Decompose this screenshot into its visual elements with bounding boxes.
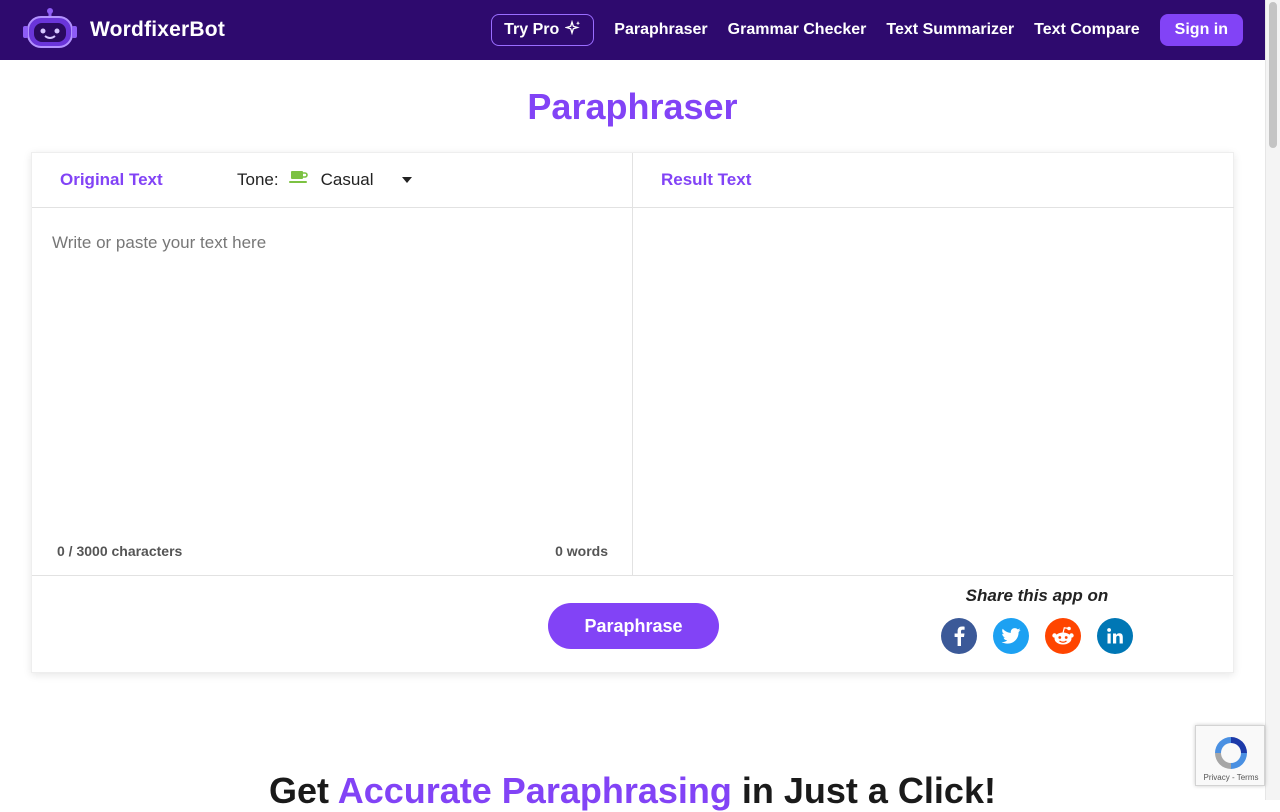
result-text-pane: Result Text xyxy=(633,153,1234,575)
tone-selector[interactable]: Tone: Casual xyxy=(237,169,412,190)
main-nav: Try Pro Paraphraser Grammar Checker Text… xyxy=(491,14,1243,46)
result-text-output[interactable] xyxy=(633,209,1234,575)
word-count: 0 words xyxy=(555,543,608,559)
original-text-tab[interactable]: Original Text xyxy=(60,170,163,190)
heading-pre: Get xyxy=(269,770,338,811)
recaptcha-badge[interactable]: Privacy - Terms xyxy=(1195,725,1265,786)
heading-accent: Accurate Paraphrasing xyxy=(337,770,732,811)
page-title: Paraphraser xyxy=(527,86,738,127)
tone-label: Tone: xyxy=(237,169,279,189)
share-section: Share this app on xyxy=(932,586,1142,654)
brand[interactable]: WordfixerBot xyxy=(22,7,225,54)
try-pro-label: Try Pro xyxy=(504,21,560,38)
result-text-label: Result Text xyxy=(661,170,752,189)
nav-link-grammar-checker[interactable]: Grammar Checker xyxy=(728,21,867,39)
twitter-icon[interactable] xyxy=(993,618,1029,654)
sparkle-icon xyxy=(564,19,581,41)
heading-post: in Just a Click! xyxy=(731,770,996,811)
recaptcha-links[interactable]: Privacy - Terms xyxy=(1198,773,1264,782)
paraphraser-card: Original Text Tone: Casual 0 / 3000 char… xyxy=(31,152,1234,673)
result-pane-header: Result Text xyxy=(633,153,1234,208)
try-pro-button[interactable]: Try Pro xyxy=(491,14,595,46)
linkedin-icon[interactable] xyxy=(1097,618,1133,654)
section-heading: Get Accurate Paraphrasing in Just a Clic… xyxy=(0,770,1265,812)
card-footer: Paraphrase Share this app on xyxy=(32,575,1233,673)
share-title: Share this app on xyxy=(965,586,1109,605)
coffee-cup-icon xyxy=(288,169,309,190)
top-navbar: WordfixerBot Try Pro Paraphraser Grammar… xyxy=(0,0,1265,60)
brand-name: WordfixerBot xyxy=(90,18,226,41)
nav-link-text-summarizer[interactable]: Text Summarizer xyxy=(886,21,1014,39)
paraphrase-button[interactable]: Paraphrase xyxy=(548,603,719,649)
robot-logo-icon xyxy=(22,7,78,54)
nav-link-paraphraser[interactable]: Paraphraser xyxy=(614,21,707,39)
recaptcha-icon xyxy=(1212,734,1250,772)
character-count: 0 / 3000 characters xyxy=(57,543,183,559)
reddit-icon[interactable] xyxy=(1045,618,1081,654)
facebook-icon[interactable] xyxy=(941,618,977,654)
tone-value: Casual xyxy=(320,169,374,189)
chevron-down-icon xyxy=(401,176,412,183)
scrollbar-thumb[interactable] xyxy=(1269,2,1277,148)
nav-link-text-compare[interactable]: Text Compare xyxy=(1034,21,1140,39)
sign-in-button[interactable]: Sign in xyxy=(1159,14,1243,46)
share-icons xyxy=(932,618,1142,654)
original-text-pane: Original Text Tone: Casual 0 / 3000 char… xyxy=(32,153,633,575)
page-scrollbar[interactable] xyxy=(1265,0,1280,800)
original-text-input[interactable] xyxy=(32,209,632,519)
